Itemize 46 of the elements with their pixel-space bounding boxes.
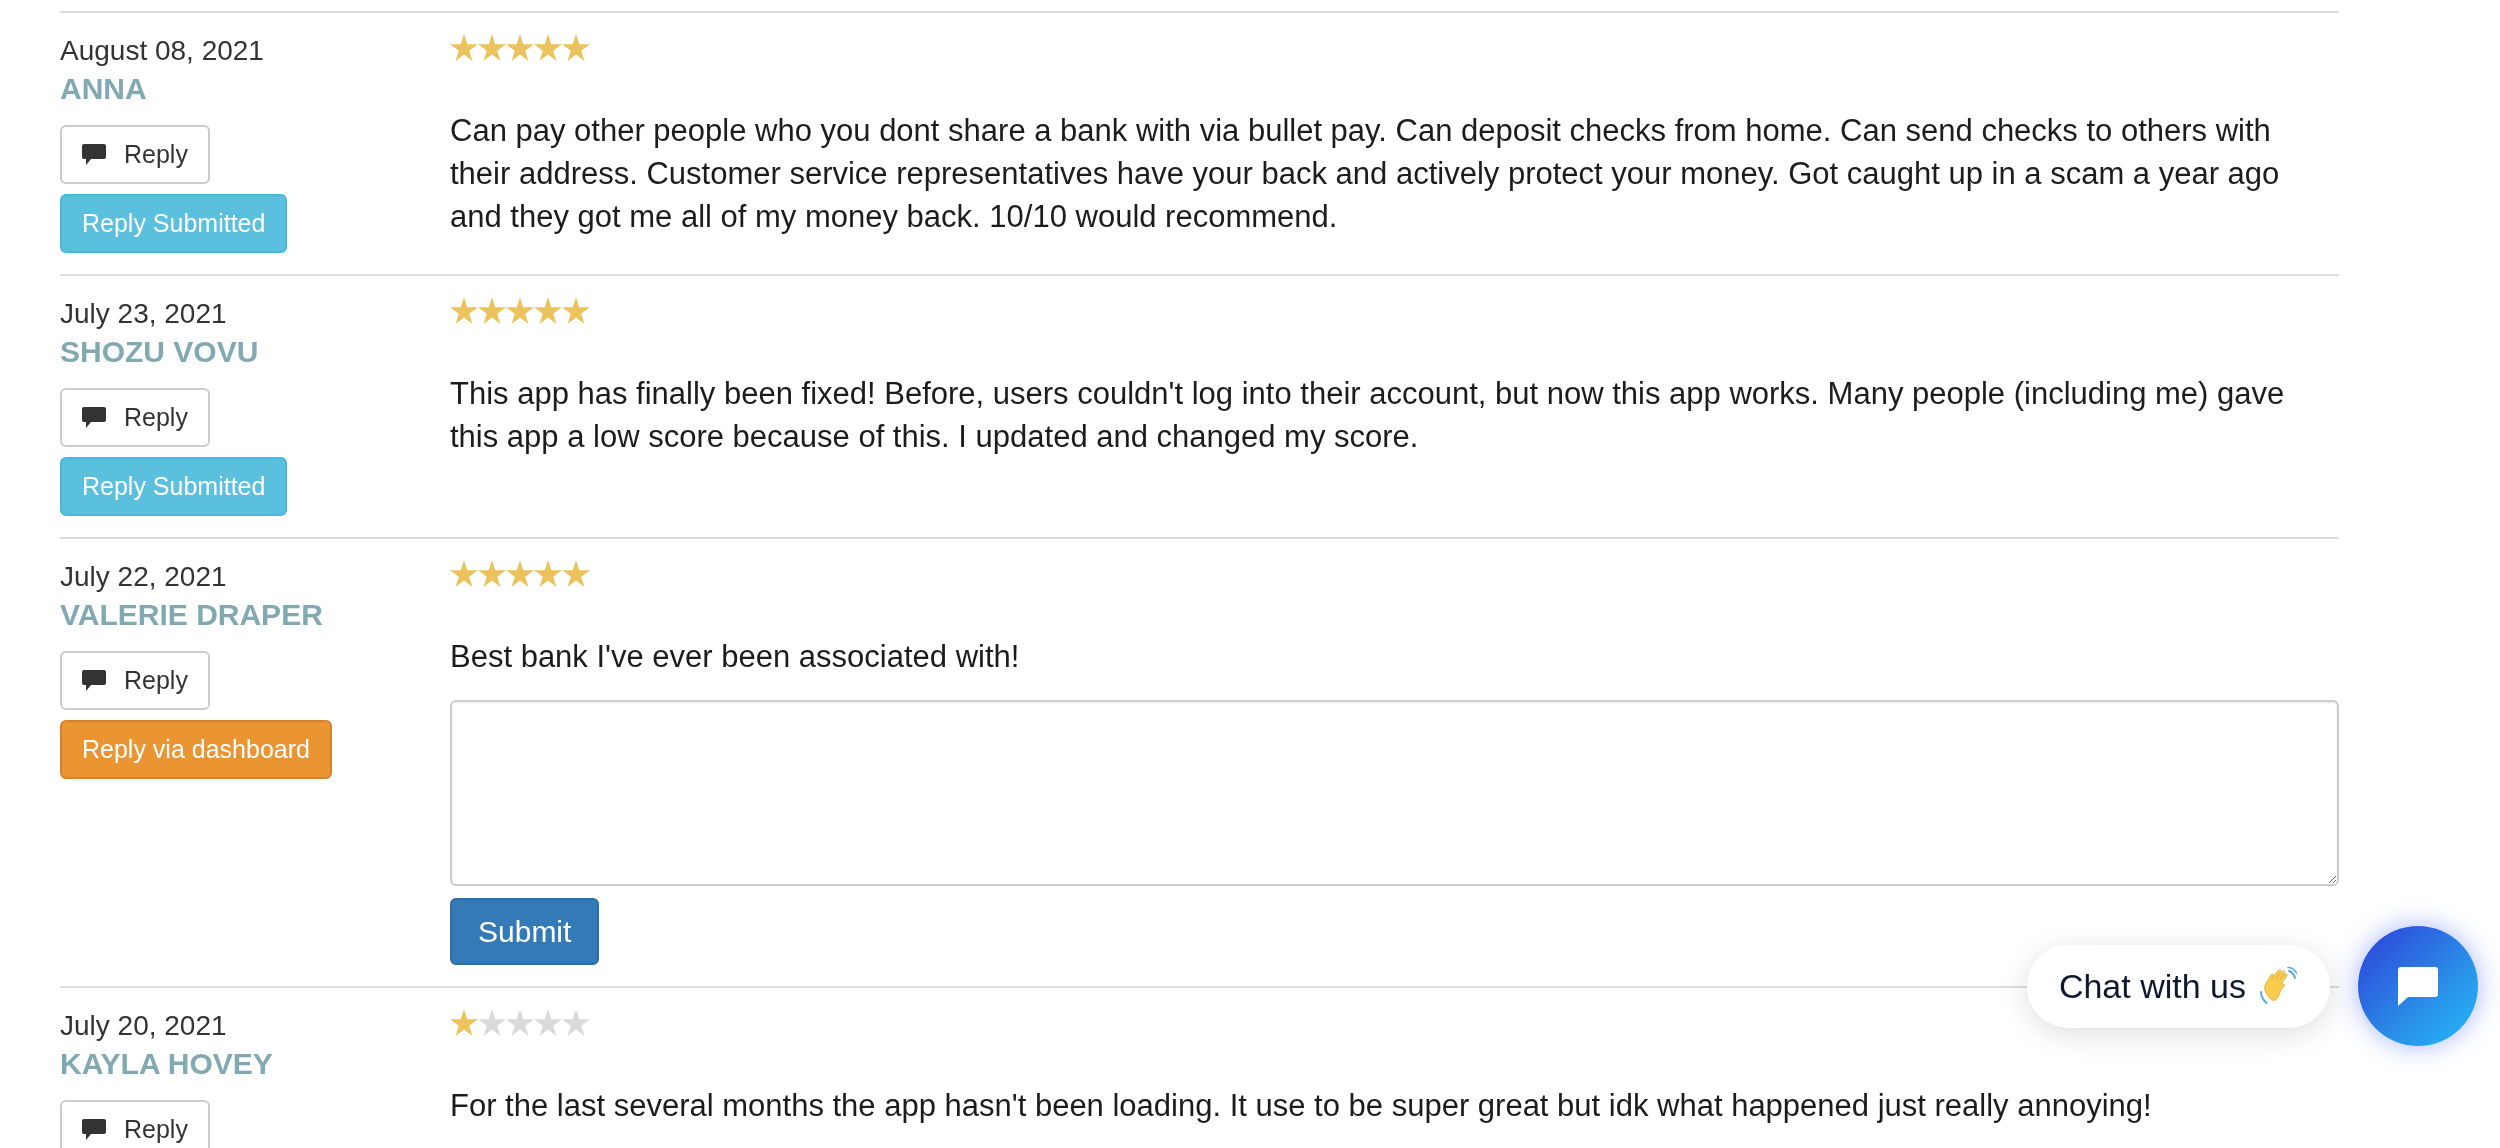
- review-text: For the last several months the app hasn't been loading. It use to be super great but idk what happened just really annoying!: [450, 1087, 2152, 1125]
- star-icon: [450, 1008, 478, 1036]
- star-icon: [562, 559, 590, 587]
- star-icon: [478, 1008, 506, 1036]
- star-icon: [478, 296, 506, 324]
- speech-bubble-icon: [82, 144, 106, 165]
- reply-input-field[interactable]: [450, 700, 2339, 886]
- star-icon: [562, 1008, 590, 1036]
- reply-button[interactable]: Reply: [60, 1100, 210, 1148]
- reviewer-name: SHOZU VOVU: [60, 334, 259, 370]
- review-text: This app has finally been fixed! Before, users couldn't log into their account, but now this app works. Many people (including me) gave this app a low score because of this. I updated and changed my score.: [450, 375, 2286, 456]
- chat-button[interactable]: [2358, 926, 2478, 1046]
- reviewer-name: ANNA: [60, 71, 147, 107]
- chat-bubble-icon: [2398, 966, 2438, 1006]
- star-icon: [478, 33, 506, 61]
- star-icon: [562, 33, 590, 61]
- star-icon: [450, 296, 478, 324]
- review-date: July 23, 2021: [60, 297, 227, 331]
- star-icon: [478, 559, 506, 587]
- speech-bubble-icon: [82, 1119, 106, 1140]
- reviewer-name: VALERIE DRAPER: [60, 597, 323, 633]
- speech-bubble-icon: [82, 670, 106, 691]
- waving-hand-icon: [2258, 966, 2298, 1006]
- review-date: August 08, 2021: [60, 34, 264, 68]
- reply-button[interactable]: Reply: [60, 388, 210, 447]
- star-icon: [450, 33, 478, 61]
- star-icon: [450, 559, 478, 587]
- review-date: July 22, 2021: [60, 560, 227, 594]
- review-date: July 20, 2021: [60, 1009, 227, 1043]
- star-icon: [506, 33, 534, 61]
- review-text: Best bank I've ever been associated with!: [450, 638, 1020, 676]
- speech-bubble-icon: [82, 407, 106, 428]
- star-icon: [506, 1008, 534, 1036]
- star-icon: [534, 296, 562, 324]
- reviewer-name: KAYLA HOVEY: [60, 1046, 273, 1082]
- star-icon: [534, 33, 562, 61]
- reply-button[interactable]: Reply: [60, 125, 210, 184]
- star-icon: [506, 559, 534, 587]
- star-icon: [534, 559, 562, 587]
- reply-button[interactable]: Reply: [60, 651, 210, 710]
- review-text: Can pay other people who you dont share a bank with via bullet pay. Can deposit checks from home. Can send checks to others with their address. Customer service representatives have your back and actively protect your money. Got caught up in a scam a year ago and they got me all of my money back. 10/10 would recommend.: [450, 112, 2281, 236]
- star-icon: [506, 296, 534, 324]
- submit-button[interactable]: Submit: [450, 898, 600, 965]
- chat-prompt-button[interactable]: Chat with us: [2026, 944, 2330, 1028]
- star-icon: [534, 1008, 562, 1036]
- star-icon: [562, 296, 590, 324]
